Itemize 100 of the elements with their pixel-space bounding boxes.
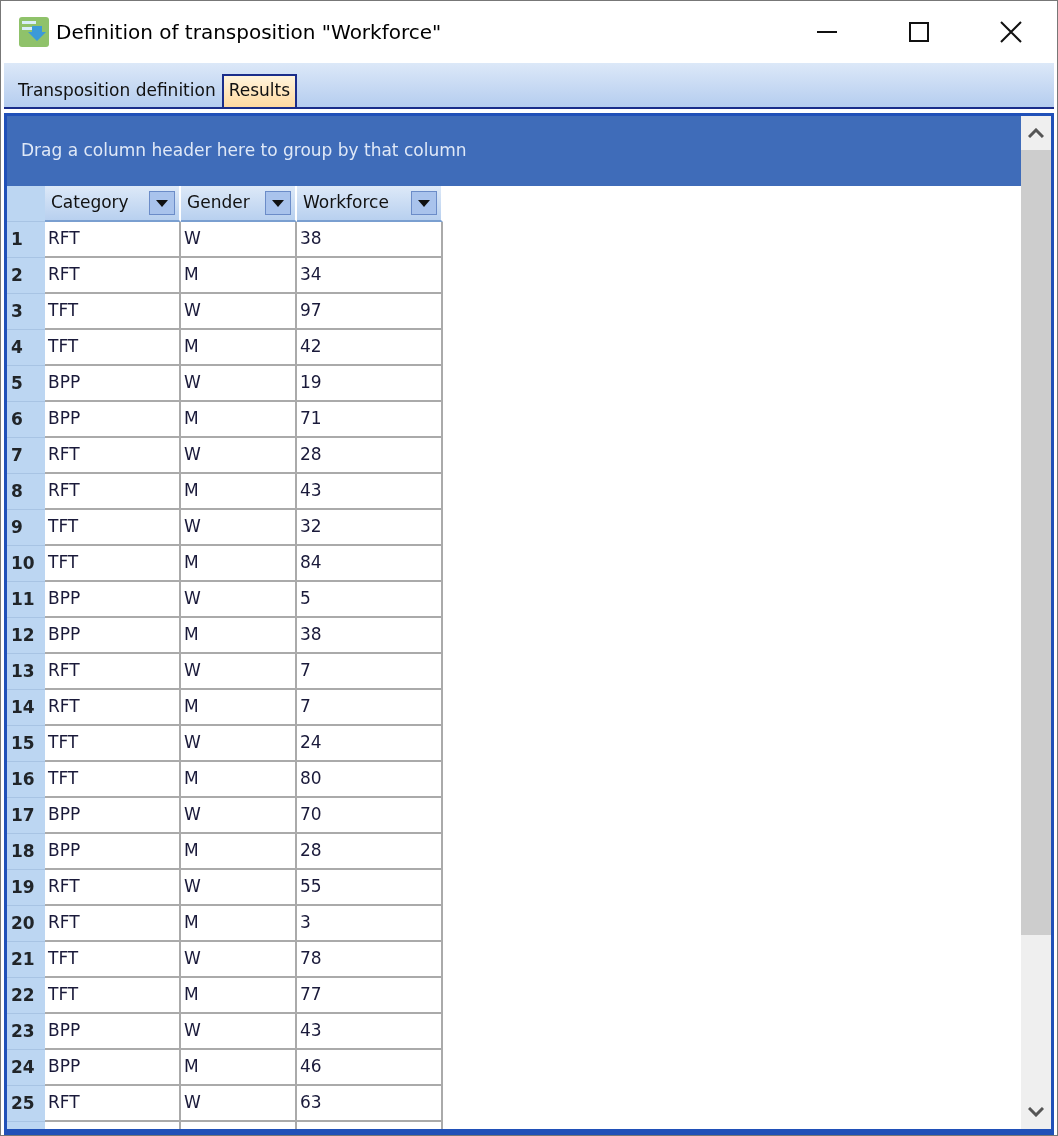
row-number: 6	[7, 402, 45, 438]
table-cell: W	[181, 726, 297, 762]
table-cell: TFT	[45, 546, 181, 582]
row-number: 20	[7, 906, 45, 942]
caret-icon	[156, 199, 168, 207]
table-cell: BPP	[45, 1050, 181, 1086]
table-cell: 84	[297, 546, 443, 582]
row-number: 11	[7, 582, 45, 618]
table-cell: BPP	[45, 1014, 181, 1050]
filter-dropdown-button[interactable]	[265, 191, 291, 215]
table-cell: W	[181, 294, 297, 330]
table-cell: M	[181, 762, 297, 798]
table-cell: W	[181, 1086, 297, 1122]
table-cell: W	[181, 438, 297, 474]
row-number: 21	[7, 942, 45, 978]
scroll-thumb[interactable]	[1021, 150, 1051, 935]
table-cell: 28	[297, 834, 443, 870]
table-cell: 5	[297, 582, 443, 618]
table-cell: 78	[297, 942, 443, 978]
table-cell: RFT	[45, 870, 181, 906]
row-number: 24	[7, 1050, 45, 1086]
table-cell: 55	[297, 870, 443, 906]
row-number: 16	[7, 762, 45, 798]
table-cell: M	[181, 546, 297, 582]
table-cell: W	[181, 870, 297, 906]
table-cell: 43	[297, 474, 443, 510]
table-cell: 24	[297, 726, 443, 762]
row-number: 23	[7, 1014, 45, 1050]
column-label: Workforce	[303, 191, 389, 215]
table-cell: M	[181, 474, 297, 510]
table-cell: M	[181, 690, 297, 726]
column-label: Category	[51, 191, 129, 215]
row-number: 1	[7, 222, 45, 258]
table-cell: TFT	[45, 330, 181, 366]
table-cell: W	[181, 366, 297, 402]
table-cell: 3	[297, 906, 443, 942]
row-number: 2	[7, 258, 45, 294]
corner-cell	[7, 186, 45, 222]
table-cell: W	[181, 654, 297, 690]
row-number: 18	[7, 834, 45, 870]
filter-dropdown-button[interactable]	[149, 191, 175, 215]
row-number: 15	[7, 726, 45, 762]
table-cell: W	[181, 222, 297, 258]
table-cell: 38	[297, 618, 443, 654]
table-cell: 71	[297, 402, 443, 438]
table-cell: 43	[297, 1014, 443, 1050]
table-cell: M	[181, 978, 297, 1014]
table-cell: W	[181, 798, 297, 834]
table-cell: TFT	[45, 762, 181, 798]
table-cell: M	[181, 618, 297, 654]
table-cell: 7	[297, 690, 443, 726]
table-cell: W	[181, 1014, 297, 1050]
table-cell: TFT	[45, 294, 181, 330]
chevron-up-icon	[1028, 128, 1044, 138]
group-hint: Drag a column header here to group by that column	[21, 139, 467, 163]
table-cell: TFT	[45, 978, 181, 1014]
table-cell: W	[181, 942, 297, 978]
table-cell: 63	[297, 1086, 443, 1122]
row-number: 14	[7, 690, 45, 726]
row-number: 7	[7, 438, 45, 474]
tab[interactable]: Transposition definition	[12, 74, 222, 107]
filter-dropdown-button[interactable]	[411, 191, 437, 215]
caret-icon	[418, 199, 430, 207]
scrollbar[interactable]	[1021, 116, 1051, 1129]
table-cell: BPP	[45, 834, 181, 870]
caret-icon	[272, 199, 284, 207]
table-cell: RFT	[45, 1086, 181, 1122]
row-number: 3	[7, 294, 45, 330]
table-cell: BPP	[45, 798, 181, 834]
row-number: 5	[7, 366, 45, 402]
table-cell: BPP	[45, 402, 181, 438]
table-cell: BPP	[45, 618, 181, 654]
column-header[interactable]: Workforce	[297, 186, 443, 222]
maximize-icon	[909, 22, 929, 42]
table-cell: M	[181, 330, 297, 366]
table-cell: RFT	[45, 906, 181, 942]
column-header[interactable]: Gender	[181, 186, 297, 222]
table-cell: RFT	[45, 654, 181, 690]
table-cell: W	[181, 582, 297, 618]
row-number: 19	[7, 870, 45, 906]
table-cell: RFT	[45, 438, 181, 474]
row-number: 9	[7, 510, 45, 546]
table-cell: 46	[297, 1050, 443, 1086]
table-cell: TFT	[45, 942, 181, 978]
column-label: Gender	[187, 191, 250, 215]
table-cell: M	[181, 258, 297, 294]
row-number: 8	[7, 474, 45, 510]
table-cell: BPP	[45, 366, 181, 402]
tab[interactable]: Results	[221, 73, 298, 107]
row-number: 12	[7, 618, 45, 654]
column-header[interactable]: Category	[45, 186, 181, 222]
table-cell: 32	[297, 510, 443, 546]
table-cell: BPP	[45, 582, 181, 618]
table-cell: M	[181, 906, 297, 942]
table-cell: 7	[297, 654, 443, 690]
table-cell: 70	[297, 798, 443, 834]
table-cell: RFT	[45, 690, 181, 726]
row-number: 13	[7, 654, 45, 690]
minimize-icon	[817, 31, 837, 33]
table-cell: 97	[297, 294, 443, 330]
